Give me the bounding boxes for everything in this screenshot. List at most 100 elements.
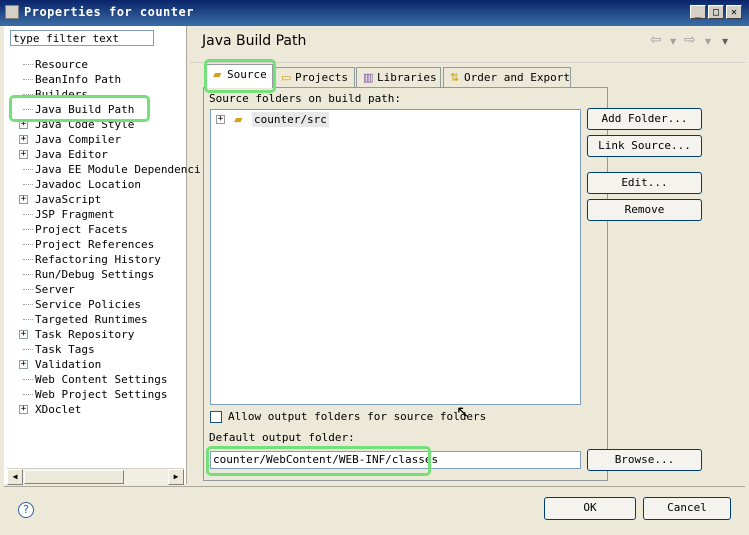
tree-horizontal-scrollbar[interactable]: ◀ ▶ — [7, 468, 184, 485]
tree-item[interactable]: Targeted Runtimes — [0, 312, 182, 327]
forward-dropdown-icon[interactable]: ▼ — [705, 37, 711, 46]
source-folder-icon: ▰ — [213, 68, 222, 81]
tree-item-label: BeanInfo Path — [35, 73, 122, 86]
expand-plus-icon[interactable]: + — [19, 360, 28, 369]
tree-item-label: Server — [35, 283, 75, 296]
cancel-button[interactable]: Cancel — [643, 497, 731, 520]
tree-connector — [23, 109, 33, 110]
tree-item[interactable]: Task Tags — [0, 342, 182, 357]
expand-plus-icon[interactable]: + — [19, 135, 28, 144]
tab-order-and-export[interactable]: ⇅ Order and Export — [443, 67, 571, 87]
close-button[interactable]: ✕ — [726, 5, 742, 19]
tree-item[interactable]: BeanInfo Path — [0, 72, 182, 87]
tree-item-label: JSP Fragment — [35, 208, 115, 221]
tree-item[interactable]: + Java Editor — [0, 147, 182, 162]
tree-connector — [23, 304, 33, 305]
tree-item[interactable]: Server — [0, 282, 182, 297]
tree-item-label: XDoclet — [35, 403, 82, 416]
expand-plus-icon[interactable]: + — [19, 120, 28, 129]
scroll-right-icon[interactable]: ▶ — [168, 469, 184, 485]
tree-item-label: Refactoring History — [35, 253, 161, 266]
ok-label: OK — [583, 501, 597, 514]
help-icon[interactable]: ? — [18, 502, 34, 518]
libraries-icon: ▥ — [363, 71, 374, 84]
title-bar: Properties for counter _ □ ✕ — [0, 0, 749, 26]
tree-item[interactable]: Java Build Path — [0, 102, 182, 117]
link-source-button[interactable]: Link Source... — [587, 135, 702, 157]
tree-item-label: Builders — [35, 88, 88, 101]
tree-item-label: Task Repository — [35, 328, 135, 341]
add-folder-button[interactable]: Add Folder... — [587, 108, 702, 130]
tab-label: Libraries — [377, 71, 437, 84]
allow-output-folders-label: Allow output folders for source folders — [228, 410, 487, 423]
tree-connector — [23, 289, 33, 290]
tree-item-label: Web Content Settings — [35, 373, 168, 386]
tree-item[interactable]: + XDoclet — [0, 402, 182, 417]
expand-plus-icon[interactable]: + — [19, 150, 28, 159]
mouse-cursor-icon: ↖ — [456, 402, 470, 421]
tree-item[interactable]: + Java Compiler — [0, 132, 182, 147]
tree-connector — [23, 349, 33, 350]
tree-item-label: Project References — [35, 238, 155, 251]
tree-item[interactable]: Web Project Settings — [0, 387, 182, 402]
tab-libraries[interactable]: ▥ Libraries — [356, 67, 441, 87]
window-title: Properties for counter — [24, 5, 194, 19]
tree-item[interactable]: Project Facets — [0, 222, 182, 237]
remove-label: Remove — [624, 203, 665, 216]
tree-item[interactable]: Javadoc Location — [0, 177, 182, 192]
default-output-folder-label: Default output folder: — [209, 431, 355, 444]
tree-item[interactable]: + Task Repository — [0, 327, 182, 342]
allow-output-folders-checkbox[interactable] — [210, 411, 222, 423]
browse-label: Browse... — [614, 453, 675, 466]
tree-item[interactable]: Resource — [0, 57, 182, 72]
source-folder-label: counter/src — [252, 112, 329, 127]
forward-arrow-icon[interactable]: ⇨ — [684, 32, 696, 48]
tab-projects[interactable]: ▭ Projects — [274, 67, 355, 87]
tab-source[interactable]: ▰ Source — [206, 64, 273, 88]
back-arrow-icon[interactable]: ⇦ — [650, 32, 662, 48]
tree-item[interactable]: Project References — [0, 237, 182, 252]
scroll-left-icon[interactable]: ◀ — [7, 469, 23, 485]
back-dropdown-icon[interactable]: ▼ — [670, 37, 676, 46]
remove-button[interactable]: Remove — [587, 199, 702, 221]
tree-item[interactable]: Refactoring History — [0, 252, 182, 267]
tree-item[interactable]: JSP Fragment — [0, 207, 182, 222]
filter-input[interactable] — [10, 30, 154, 46]
tree-item-label: Java Editor — [35, 148, 108, 161]
tree-connector — [23, 229, 33, 230]
tree-item-label: Service Policies — [35, 298, 141, 311]
tree-item-label: Javadoc Location — [35, 178, 141, 191]
bottom-divider — [4, 486, 745, 487]
tree-item[interactable]: Builders — [0, 87, 182, 102]
browse-button[interactable]: Browse... — [587, 449, 702, 471]
tree-connector — [23, 94, 33, 95]
tree-item[interactable]: + Validation — [0, 357, 182, 372]
window-icon — [5, 5, 19, 19]
expand-plus-icon[interactable]: + — [19, 405, 28, 414]
tree-item[interactable]: Service Policies — [0, 297, 182, 312]
tree-item[interactable]: + JavaScript — [0, 192, 182, 207]
order-export-icon: ⇅ — [450, 71, 460, 84]
tree-item[interactable]: + Java Code Style — [0, 117, 182, 132]
expand-plus-icon[interactable]: + — [216, 115, 225, 124]
scroll-thumb[interactable] — [24, 470, 124, 484]
tab-label: Order and Export — [464, 71, 570, 84]
tree-item[interactable]: Java EE Module Dependenci — [0, 162, 201, 177]
maximize-button[interactable]: □ — [708, 5, 724, 19]
tree-connector — [23, 319, 33, 320]
ok-button[interactable]: OK — [544, 497, 636, 520]
tree-item[interactable]: Web Content Settings — [0, 372, 182, 387]
view-menu-icon[interactable]: ▼ — [722, 37, 728, 46]
expand-plus-icon[interactable]: + — [19, 330, 28, 339]
source-folders-list[interactable] — [210, 109, 581, 405]
edit-button[interactable]: Edit... — [587, 172, 702, 194]
add-folder-label: Add Folder... — [601, 112, 688, 125]
tree-item[interactable]: Run/Debug Settings — [0, 267, 182, 282]
tab-label: Source — [227, 68, 267, 81]
page-title: Java Build Path — [202, 33, 307, 49]
tree-item-label: JavaScript — [35, 193, 102, 206]
default-output-folder-input[interactable]: counter/WebContent/WEB-INF/classes — [210, 451, 581, 469]
minimize-button[interactable]: _ — [690, 5, 706, 19]
edit-label: Edit... — [621, 176, 668, 189]
expand-plus-icon[interactable]: + — [19, 195, 28, 204]
